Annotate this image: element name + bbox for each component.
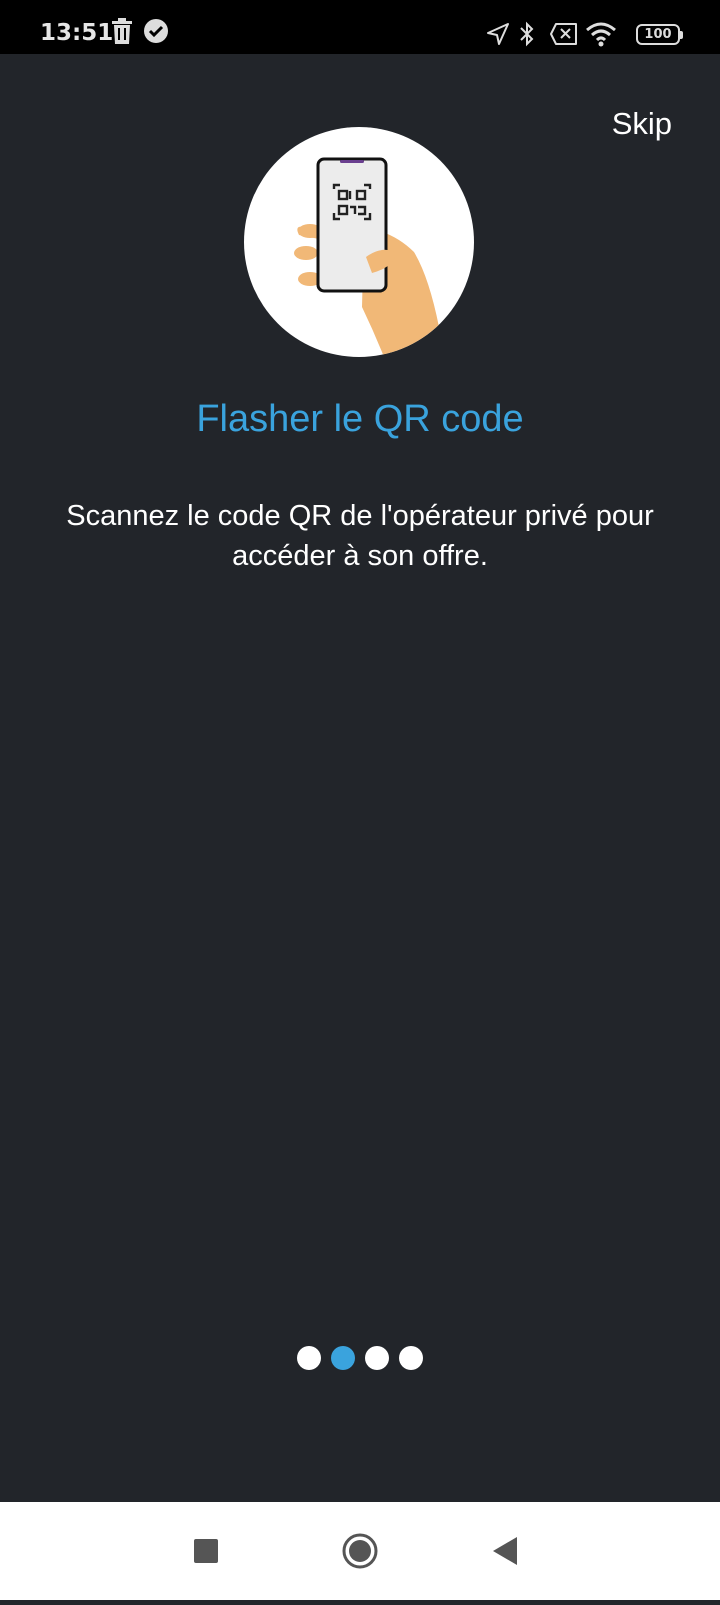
recent-apps-icon[interactable] bbox=[170, 1502, 250, 1600]
onboarding-title: Flasher le QR code bbox=[196, 398, 524, 440]
bluetooth-icon bbox=[518, 20, 536, 53]
skip-button[interactable]: Skip bbox=[612, 106, 672, 142]
status-bar: 13:51 100 bbox=[0, 0, 720, 54]
location-arrow-icon bbox=[486, 22, 510, 51]
home-icon[interactable] bbox=[320, 1502, 400, 1600]
hand-holding-phone-qr-icon bbox=[244, 127, 474, 357]
page-dot-3[interactable] bbox=[365, 1346, 389, 1370]
onboarding-description: Scannez le code QR de l'opérateur privé … bbox=[66, 500, 654, 572]
page-dot-4[interactable] bbox=[399, 1346, 423, 1370]
wifi-icon bbox=[585, 21, 617, 52]
back-icon[interactable] bbox=[465, 1502, 545, 1600]
status-time: 13:51 bbox=[40, 20, 114, 46]
sim-error-icon bbox=[550, 23, 578, 50]
system-nav-bar bbox=[0, 1502, 720, 1600]
page-indicator bbox=[0, 1346, 720, 1370]
trash-icon bbox=[110, 18, 134, 51]
battery-icon: 100 bbox=[636, 24, 683, 45]
page-dot-2-active[interactable] bbox=[331, 1346, 355, 1370]
page-dot-1[interactable] bbox=[297, 1346, 321, 1370]
check-circle-icon bbox=[143, 18, 169, 49]
